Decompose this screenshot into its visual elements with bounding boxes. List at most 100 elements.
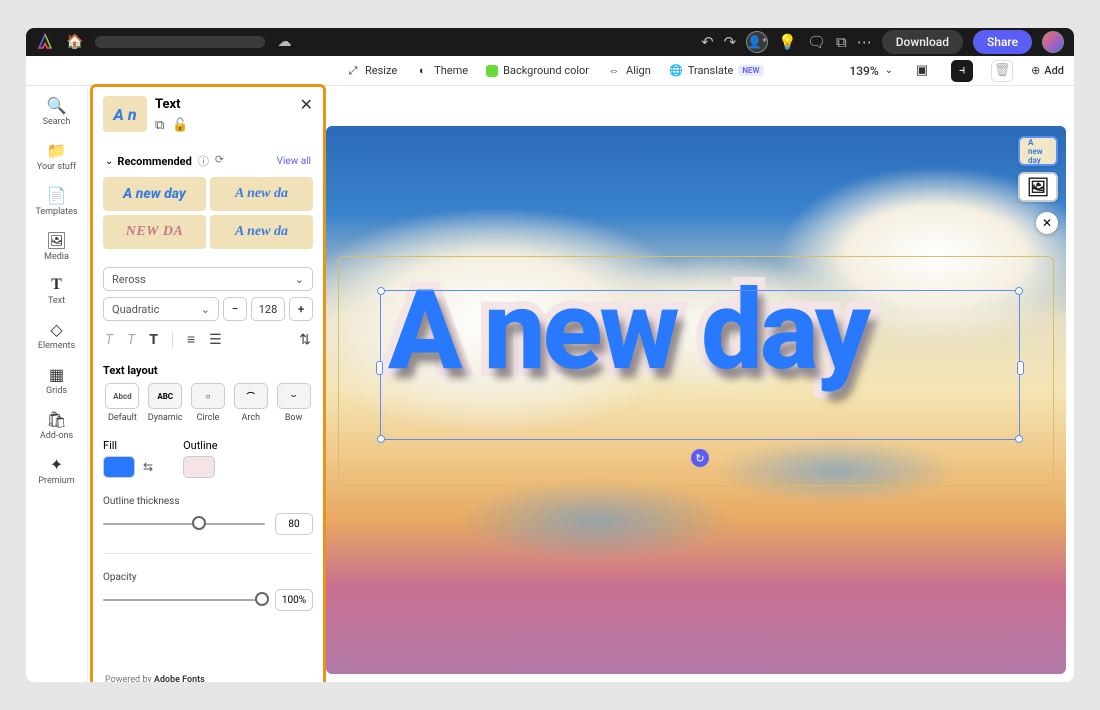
font-family-select[interactable]: Reross⌄ [103, 267, 313, 291]
rail-grids[interactable]: ▦Grids [46, 365, 67, 396]
outline-thickness-slider[interactable] [103, 519, 265, 529]
layout-dynamic[interactable]: ABCDynamic [146, 383, 185, 423]
invite-user-button[interactable]: 👤⁺ [746, 31, 768, 53]
rail-addons[interactable]: 🛍Add-ons [40, 410, 73, 441]
rail-text[interactable]: TText [48, 276, 65, 306]
duplicate-icon[interactable]: ⧉ [155, 118, 164, 133]
layout-bow[interactable]: ⌣Bow [274, 383, 313, 423]
font-size-input[interactable]: 128 [251, 297, 285, 321]
style-swatch[interactable]: A new da [210, 215, 313, 249]
layers-icon[interactable]: ⫞ [951, 60, 973, 82]
style-swatch[interactable]: A new da [210, 177, 313, 211]
font-style-select[interactable]: Quadratic⌄ [103, 297, 219, 321]
chevron-down-icon: ⌄ [885, 65, 893, 76]
text-icon: T [51, 276, 62, 294]
style-swatch[interactable]: A new day [103, 177, 206, 211]
add-page-button[interactable]: ⊕Add [1031, 64, 1064, 77]
translate-icon: 🌐 [669, 64, 683, 78]
comment-icon[interactable]: 🗨 [807, 33, 826, 51]
layer-thumb-image[interactable]: 🖼 [1018, 172, 1058, 202]
align-tool[interactable]: ⇔Align [607, 64, 651, 78]
home-icon[interactable]: 🏠 [66, 34, 83, 50]
info-icon[interactable]: ⓘ [198, 153, 209, 169]
resize-handle[interactable] [376, 361, 383, 375]
bg-color-tool[interactable]: Background color [486, 64, 589, 77]
lock-icon[interactable]: 🔓 [172, 118, 188, 133]
templates-icon: 📄 [47, 186, 67, 205]
premium-icon: ✦ [50, 455, 63, 474]
translate-tool[interactable]: 🌐TranslateNEW [669, 64, 764, 78]
font-size-decrease[interactable]: − [223, 297, 247, 321]
resize-handle[interactable] [377, 287, 385, 295]
opacity-slider[interactable] [103, 595, 265, 605]
theme-tool[interactable]: ◐Theme [415, 64, 468, 78]
canvas[interactable]: A new day ↻ [326, 126, 1066, 674]
theme-icon: ◐ [415, 64, 429, 78]
app-logo [36, 33, 54, 51]
rail-your-stuff[interactable]: 📁Your stuff [37, 141, 76, 172]
view-all-link[interactable]: View all [277, 156, 311, 167]
layout-arch[interactable]: ⌒Arch [231, 383, 270, 423]
panel-preview-thumb: A n [103, 96, 147, 132]
undo-icon[interactable]: ↶ [701, 33, 714, 51]
addons-icon: 🛍 [46, 410, 66, 429]
resize-icon: ⤢ [346, 64, 360, 78]
layer-thumb-text[interactable]: A new day [1018, 136, 1058, 166]
fit-icon[interactable]: ▣ [911, 60, 933, 82]
rail-search[interactable]: 🔍Search [43, 96, 71, 127]
resize-handle[interactable] [1017, 361, 1024, 375]
font-size-increase[interactable]: + [289, 297, 313, 321]
close-layers-button[interactable]: ✕ [1036, 212, 1058, 234]
media-icon: 🖼 [46, 231, 66, 250]
text-selection-box[interactable]: ↻ [380, 290, 1020, 440]
outline-color-swatch[interactable] [183, 456, 215, 478]
new-badge: NEW [738, 65, 763, 76]
resize-handle[interactable] [1015, 287, 1023, 295]
present-icon[interactable]: ⧉ [836, 33, 847, 51]
font-weight-bold[interactable]: T [149, 332, 158, 348]
panel-close-button[interactable]: ✕ [300, 95, 313, 114]
zoom-control[interactable]: 139%⌄ [849, 64, 893, 78]
rail-premium[interactable]: ✦Premium [38, 455, 74, 486]
left-rail: 🔍Search 📁Your stuff 📄Templates 🖼Media TT… [26, 86, 88, 682]
bg-color-swatch [486, 65, 498, 77]
panel-title: Text [155, 97, 181, 112]
download-button[interactable]: Download [882, 30, 963, 54]
font-weight-regular[interactable]: T [105, 332, 113, 348]
font-weight-medium[interactable]: T [127, 332, 135, 348]
style-swatch[interactable]: NEW DA [103, 215, 206, 249]
layout-circle[interactable]: ○Circle [189, 383, 228, 423]
powered-by: Powered by Adobe Fonts [103, 669, 313, 682]
delete-icon[interactable]: 🗑 [991, 60, 1013, 82]
outline-thickness-label: Outline thickness [103, 496, 313, 507]
cloud-sync-icon[interactable]: ☁ [277, 34, 291, 50]
outline-thickness-value[interactable]: 80 [275, 513, 313, 535]
text-align-icon[interactable]: ≡ [187, 331, 195, 348]
document-title-placeholder[interactable] [95, 36, 265, 48]
rotate-handle[interactable]: ↻ [691, 449, 709, 467]
swap-colors-icon[interactable]: ⇆ [143, 460, 153, 474]
rail-elements[interactable]: ◇Elements [38, 320, 75, 351]
fill-color-swatch[interactable] [103, 456, 135, 478]
text-properties-panel: A n Text ✕ ⧉ 🔓 ⌄ Recommended ⓘ ⟳ View all [90, 84, 326, 682]
share-button[interactable]: Share [973, 30, 1032, 54]
more-icon[interactable]: ⋯ [857, 33, 872, 51]
user-avatar[interactable] [1042, 31, 1064, 53]
context-toolbar: ⤢Resize ◐Theme Background color ⇔Align 🌐… [26, 56, 1074, 86]
rail-media[interactable]: 🖼Media [44, 231, 69, 262]
spacing-icon[interactable]: ⇅ [299, 332, 311, 348]
resize-handle[interactable] [1015, 435, 1023, 443]
opacity-value[interactable]: 100% [275, 589, 313, 611]
redo-icon[interactable]: ↷ [724, 33, 737, 51]
recommended-heading: Recommended [117, 155, 191, 168]
resize-tool[interactable]: ⤢Resize [346, 64, 397, 78]
rail-templates[interactable]: 📄Templates [35, 186, 77, 217]
list-icon[interactable]: ☰ [209, 332, 222, 348]
text-layout-heading: Text layout [103, 364, 313, 377]
folder-icon: 📁 [47, 141, 67, 160]
chevron-down-icon[interactable]: ⌄ [105, 156, 113, 167]
help-icon[interactable]: 💡 [778, 33, 797, 51]
layout-default[interactable]: AbcdDefault [103, 383, 142, 423]
refresh-icon[interactable]: ⟳ [215, 153, 224, 169]
resize-handle[interactable] [377, 435, 385, 443]
